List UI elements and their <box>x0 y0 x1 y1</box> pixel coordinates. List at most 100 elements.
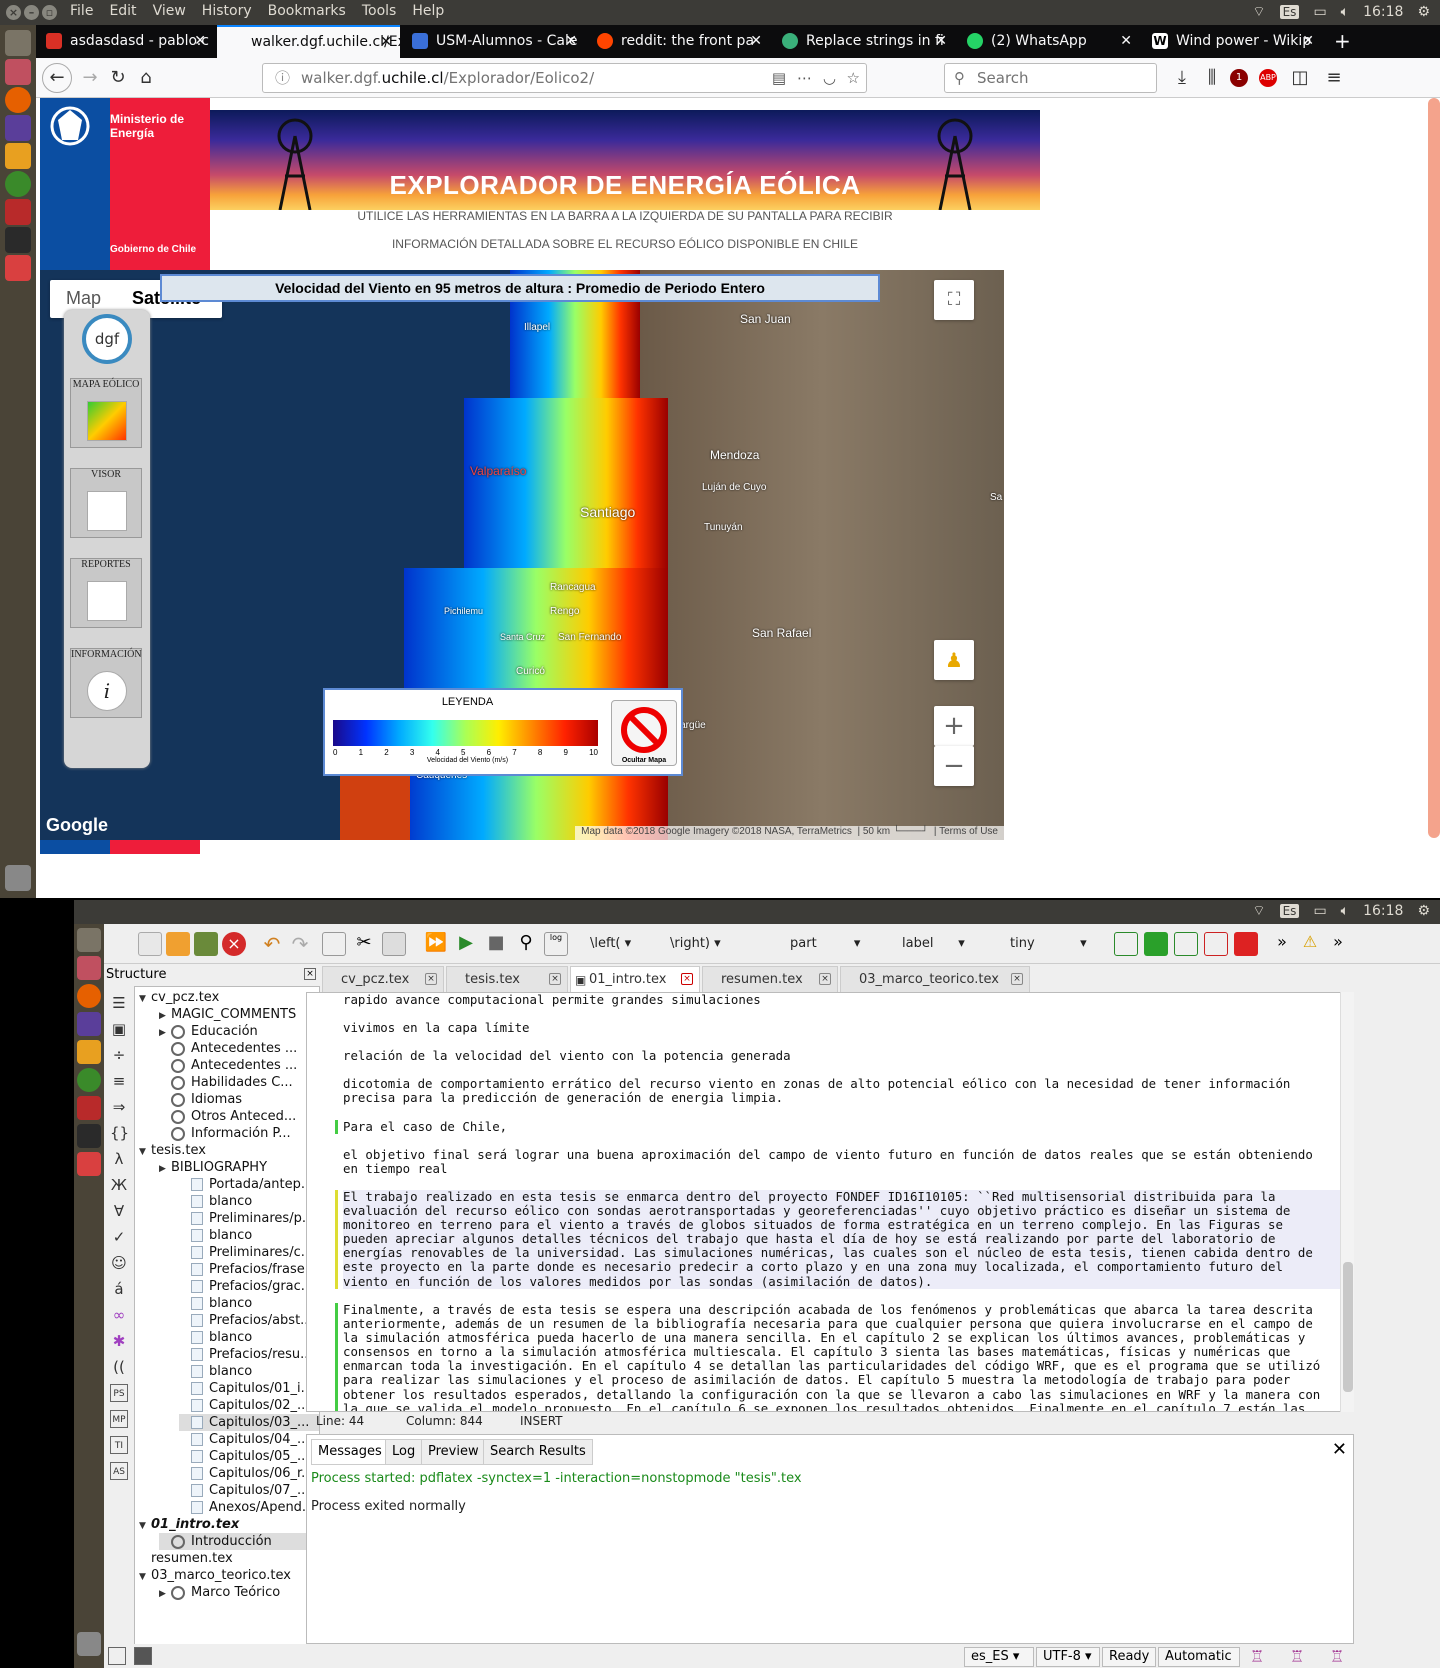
library-icon[interactable]: ⫼ <box>1200 66 1224 90</box>
scrollbar-thumb[interactable] <box>1343 1262 1353 1392</box>
tree-item[interactable]: Portada/antep... <box>179 1176 319 1193</box>
tree-item[interactable]: Otros Anteced... <box>159 1108 319 1125</box>
street-view-pegman-icon[interactable]: ♟ <box>934 640 974 680</box>
encoding-selector[interactable]: UTF-8 ▾ <box>1036 1647 1100 1667</box>
trash-icon[interactable] <box>5 865 31 891</box>
build-and-view-icon[interactable]: ⏩ <box>424 932 448 956</box>
new-file-icon[interactable] <box>138 932 162 956</box>
tree-item[interactable]: Prefacios/resu... <box>179 1346 319 1363</box>
tree-item[interactable]: blanco <box>179 1329 319 1346</box>
tree-item[interactable]: blanco <box>179 1363 319 1380</box>
tree-item[interactable]: Habilidades C... <box>159 1074 319 1091</box>
tree-item[interactable]: resumen.tex <box>139 1550 319 1567</box>
tree-item[interactable]: blanco <box>179 1295 319 1312</box>
tree-item[interactable]: ▶ Educación <box>159 1023 319 1040</box>
zoom-out-icon[interactable]: − <box>934 746 974 786</box>
editor-tab-03-marco[interactable]: 03_marco_teorico.tex × <box>840 966 1030 992</box>
metapost-icon[interactable]: ✱ <box>110 1332 128 1350</box>
forward-arrow-icon[interactable]: → <box>78 66 102 90</box>
view-pdf-icon[interactable]: ⚲ <box>514 932 538 956</box>
expand-arrow-icon[interactable]: ▶ <box>159 1586 171 1603</box>
zoom-in-icon[interactable]: + <box>934 706 974 746</box>
close-tab-icon[interactable]: × <box>425 973 437 985</box>
redo-icon[interactable]: ↷ <box>288 932 312 956</box>
qgis-icon[interactable] <box>5 171 31 197</box>
left-delimiter-combo[interactable]: \left( ▾ <box>590 932 631 956</box>
hamburger-menu-icon[interactable]: ≡ <box>1322 66 1346 90</box>
wind-map[interactable]: Map Satellite Velocidad del Viento en 95… <box>40 270 1004 840</box>
reportes-button[interactable]: REPORTES <box>70 558 142 628</box>
save-icon[interactable] <box>194 932 218 956</box>
dash-icon[interactable] <box>5 30 31 56</box>
battery-icon[interactable]: ▭ <box>1313 903 1326 919</box>
arrows-icon[interactable]: ⇒ <box>110 1098 128 1116</box>
operators-icon[interactable]: ÷ <box>110 1046 128 1064</box>
tree-item[interactable]: blanco <box>179 1193 319 1210</box>
menu-view[interactable]: View <box>153 3 186 19</box>
mp-icon[interactable]: MP <box>110 1410 128 1428</box>
collapse-arrow-icon[interactable]: ▼ <box>139 1518 151 1535</box>
battery-icon[interactable]: ▭ <box>1313 4 1326 20</box>
volume-icon[interactable]: 🔈︎ <box>1341 903 1349 919</box>
software-icon[interactable] <box>5 255 31 281</box>
tree-item[interactable]: Información P... <box>159 1125 319 1142</box>
add-column-icon[interactable] <box>1144 932 1168 956</box>
url-bar[interactable]: ⓘ walker.dgf.uchile.cl/Explorador/Eolico… <box>262 63 867 93</box>
tree-item[interactable]: Prefacios/grac... <box>179 1278 319 1295</box>
bookmark-star-icon[interactable]: ☆ <box>847 64 860 92</box>
tree-item[interactable]: ▼ tesis.tex <box>139 1142 319 1159</box>
tab-preview[interactable]: Preview <box>421 1439 486 1465</box>
new-tab-button[interactable]: + <box>1326 25 1356 58</box>
tab-gmail[interactable]: asdasdasd - pablo.c ✕ <box>36 25 214 58</box>
tab-wikipedia[interactable]: W Wind power - Wikip ✕ <box>1142 25 1322 58</box>
auto-status[interactable]: Automatic <box>1158 1647 1240 1667</box>
remove-column-icon[interactable] <box>1234 932 1258 956</box>
reload-icon[interactable]: ↻ <box>106 66 130 90</box>
misc-text-icon[interactable]: ✓ <box>110 1228 128 1246</box>
accents-icon[interactable]: á <box>110 1280 128 1298</box>
references-combo[interactable]: label ▾ <box>902 932 965 956</box>
tree-item[interactable]: Antecedentes ... <box>159 1040 319 1057</box>
close-window-icon[interactable]: × <box>6 5 21 20</box>
copy-icon[interactable] <box>322 932 346 956</box>
tree-item[interactable]: Anexos/Apend... <box>179 1499 319 1516</box>
editor-tab-tesis[interactable]: tesis.tex × <box>446 966 568 992</box>
tree-item[interactable]: Capitulos/06_r... <box>179 1465 319 1482</box>
tree-item[interactable]: Prefacios/abst... <box>179 1312 319 1329</box>
info-icon[interactable]: ⓘ <box>275 64 290 92</box>
close-tab-icon[interactable]: ✕ <box>1120 25 1132 58</box>
latex-editor[interactable]: rapido avance computacional permite gran… <box>306 992 1354 1412</box>
sublime-icon[interactable] <box>5 143 31 169</box>
software-icon[interactable] <box>77 1152 101 1176</box>
language-selector[interactable]: es_ES ▾ <box>964 1647 1034 1667</box>
tree-item[interactable]: Capitulos/07_... <box>179 1482 319 1499</box>
more-tools-icon[interactable]: » <box>1270 932 1294 956</box>
preview-icon[interactable]: ♖ <box>1330 1647 1344 1666</box>
texstudio-icon[interactable] <box>77 1012 101 1036</box>
tree-item[interactable]: Preliminares/c... <box>179 1244 319 1261</box>
clock[interactable]: 16:18 <box>1363 4 1403 20</box>
structure-tree[interactable]: ▼ cv_pcz.tex ▶ MAGIC_COMMENTS ▶ Educación Ante… <box>134 986 320 1668</box>
expand-arrow-icon[interactable]: ▶ <box>159 1161 171 1178</box>
editor-scrollbar[interactable] <box>1340 992 1354 1412</box>
settings-gear-icon[interactable]: ⚙ <box>1417 903 1430 919</box>
tree-item[interactable]: ▶ MAGIC_COMMENTS <box>159 1006 319 1023</box>
pstricks-icon[interactable]: ∞ <box>110 1306 128 1324</box>
tree-item[interactable]: Preliminares/p... <box>179 1210 319 1227</box>
right-delimiter-combo[interactable]: \right) ▾ <box>670 932 721 956</box>
close-file-icon[interactable]: × <box>222 932 246 956</box>
page-actions-icon[interactable]: ⋯ <box>797 64 812 92</box>
tree-item[interactable]: ▶ BIBLIOGRAPHY <box>159 1159 319 1178</box>
keyboard-layout-indicator[interactable]: Es <box>1279 904 1300 918</box>
tree-item[interactable]: Capitulos/04_... <box>179 1431 319 1448</box>
tree-item[interactable]: ▼ cv_pcz.tex <box>139 989 319 1006</box>
editor-tab-01-intro[interactable]: ▣ 01_intro.tex × <box>570 966 700 992</box>
editor-tab-cv-pcz[interactable]: cv_pcz.tex × <box>322 966 444 992</box>
clock[interactable]: 16:18 <box>1363 903 1403 919</box>
close-tab-icon[interactable]: ✕ <box>935 25 947 58</box>
mapa-eolico-button[interactable]: MAPA EÓLICO <box>70 378 142 448</box>
terms-link[interactable]: Terms of Use <box>939 826 998 837</box>
qgis-icon[interactable] <box>77 1068 101 1092</box>
delimiters-icon[interactable]: {} <box>110 1124 129 1142</box>
bookmarks-icon[interactable]: ▣ <box>110 1020 128 1038</box>
